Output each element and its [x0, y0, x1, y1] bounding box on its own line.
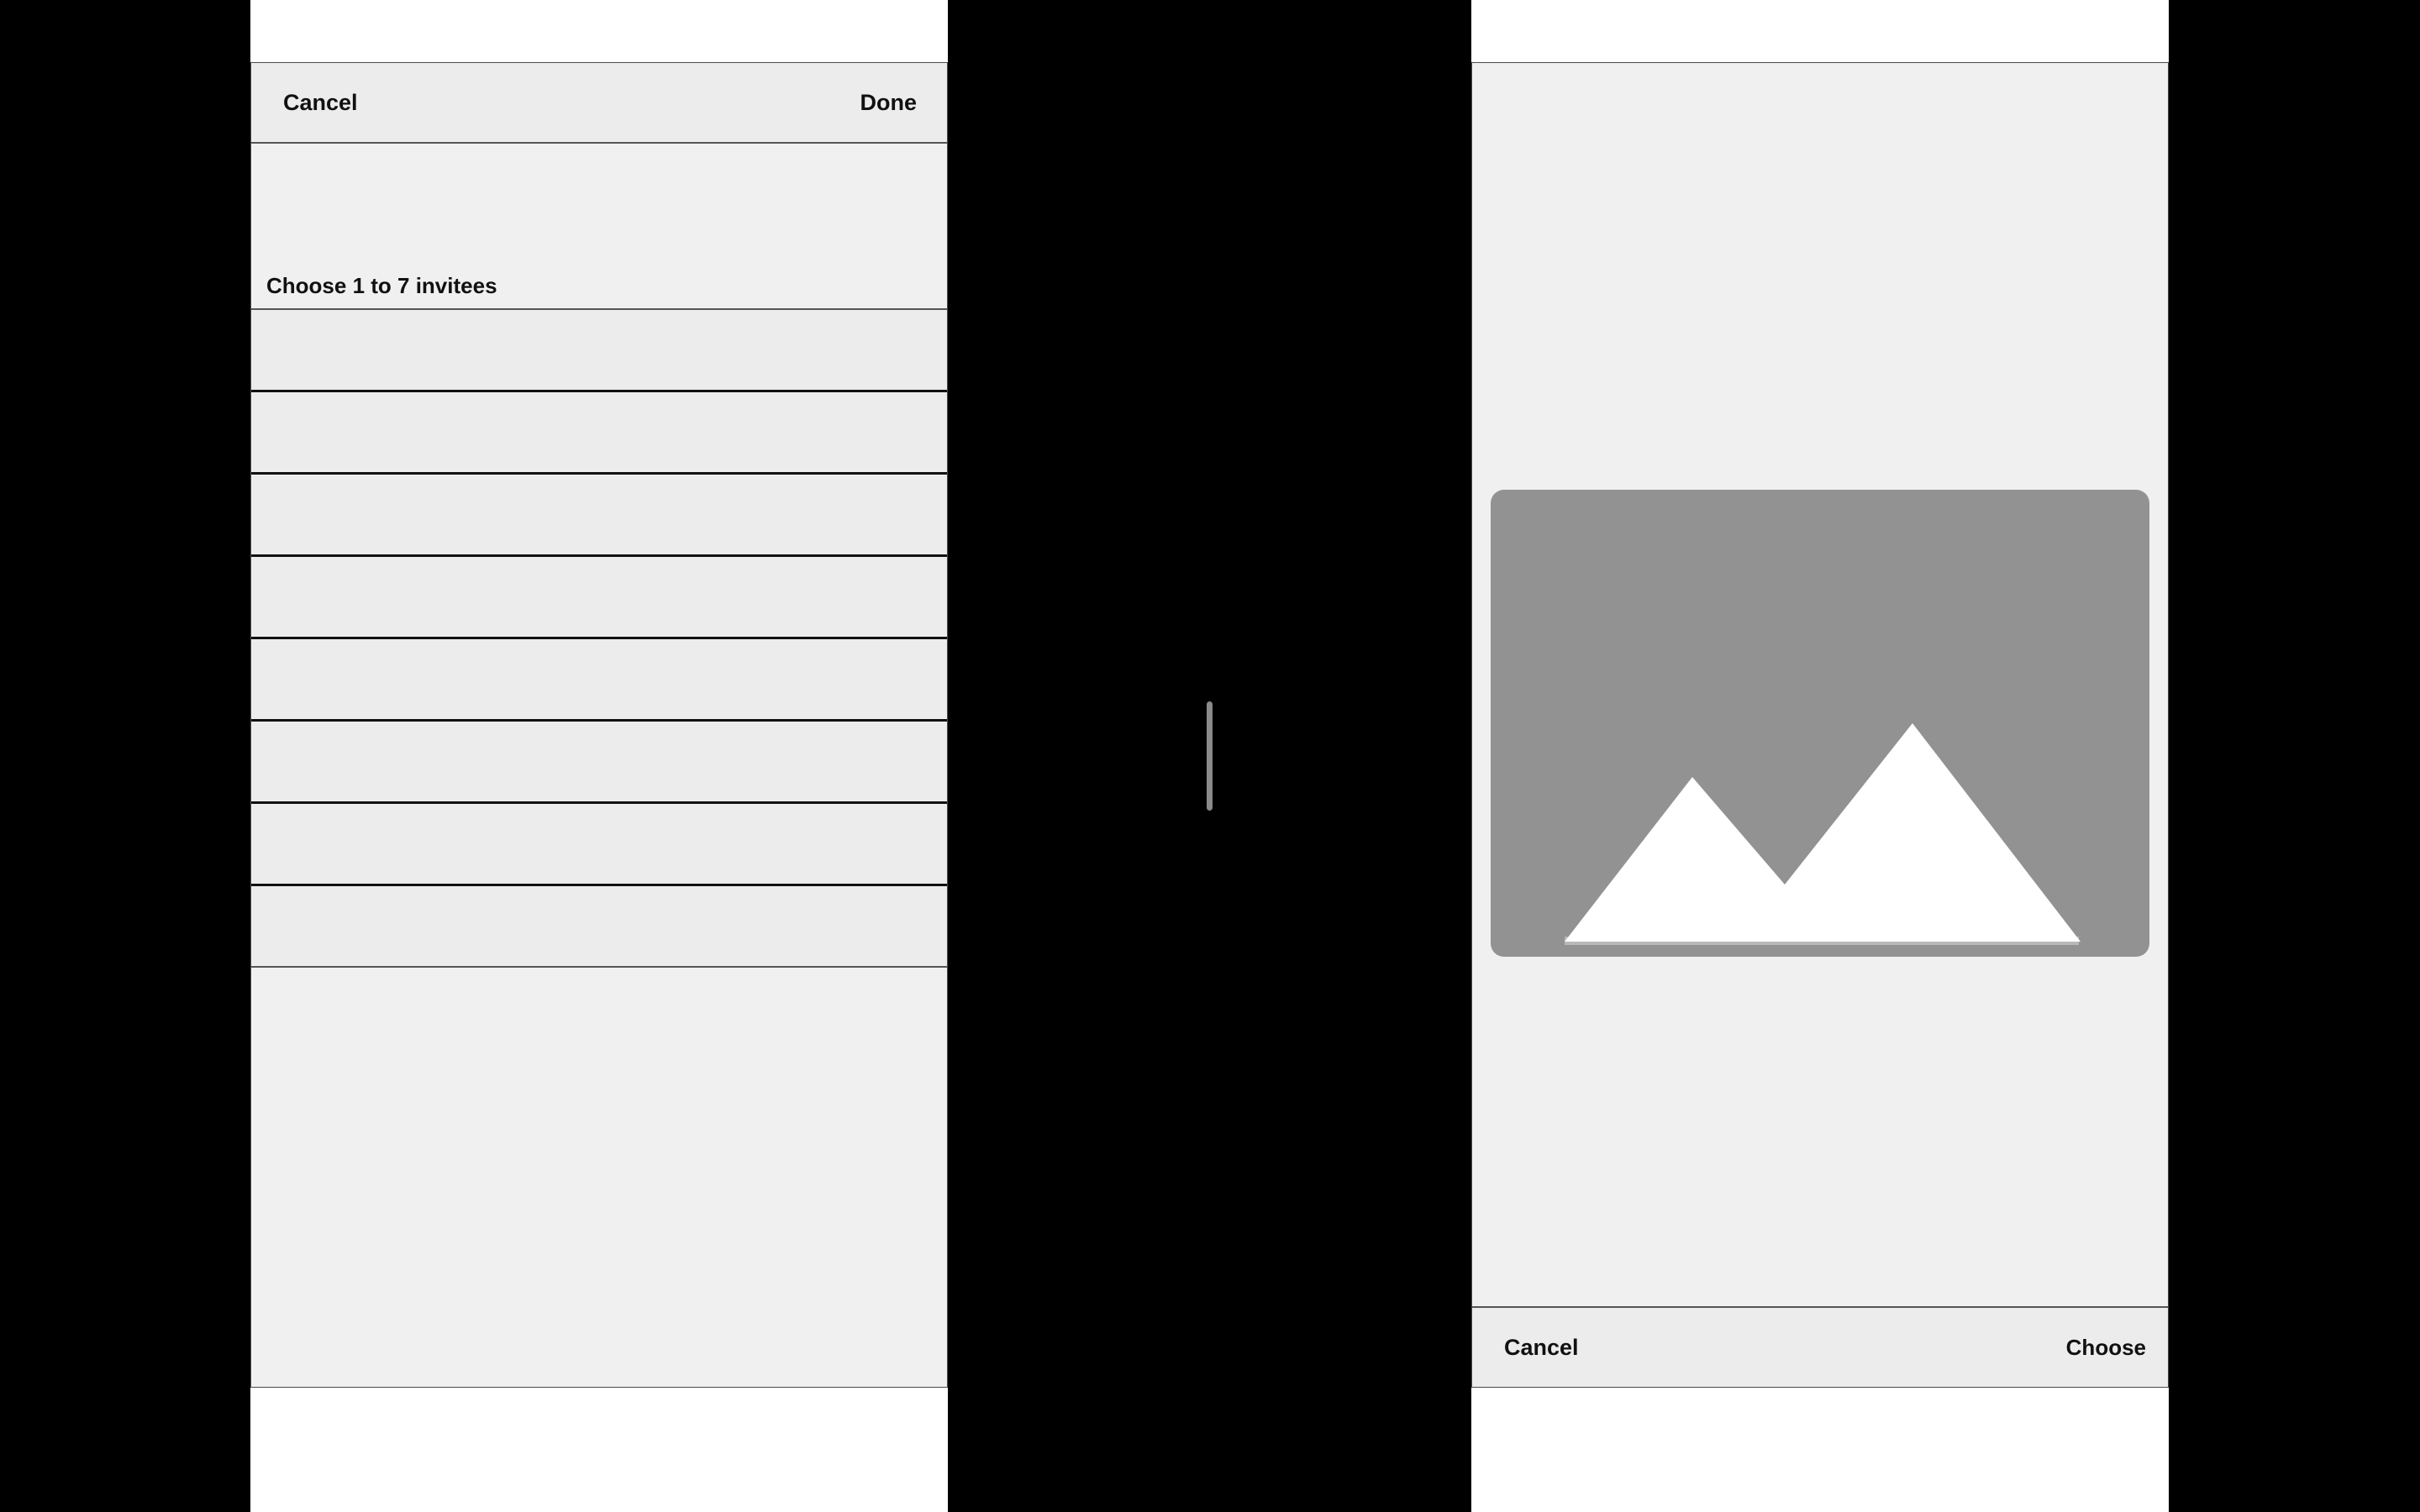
invitee-row-3[interactable]	[251, 475, 947, 557]
split-view-divider-handle[interactable]	[1207, 701, 1213, 811]
done-button[interactable]: Done	[860, 63, 918, 142]
left-pane: Cancel Done Choose 1 to 7 invitees	[250, 0, 948, 1512]
right-pane: Cancel Choose	[1471, 0, 2169, 1512]
invitee-picker-toolbar: Cancel Done	[251, 63, 947, 144]
invitee-list	[251, 308, 947, 968]
invitee-row-2[interactable]	[251, 392, 947, 475]
mountains-icon	[1565, 723, 2081, 942]
choose-button[interactable]: Choose	[2066, 1308, 2146, 1387]
image-preview[interactable]	[1491, 490, 2149, 957]
image-placeholder-icon	[1565, 723, 2081, 945]
invitee-row-1[interactable]	[251, 310, 947, 392]
invitee-row-8[interactable]	[251, 886, 947, 968]
section-header: Choose 1 to 7 invitees	[266, 273, 497, 298]
image-picker-toolbar: Cancel Choose	[1472, 1306, 2168, 1387]
invitee-row-7[interactable]	[251, 804, 947, 886]
invitee-row-6[interactable]	[251, 722, 947, 804]
invitee-row-5[interactable]	[251, 639, 947, 722]
invitee-row-4[interactable]	[251, 557, 947, 639]
cancel-button[interactable]: Cancel	[1504, 1308, 1579, 1387]
image-picker-sheet: Cancel Choose	[1471, 62, 2169, 1388]
cancel-button[interactable]: Cancel	[283, 63, 358, 142]
invitee-picker-sheet: Cancel Done Choose 1 to 7 invitees	[250, 62, 948, 1388]
